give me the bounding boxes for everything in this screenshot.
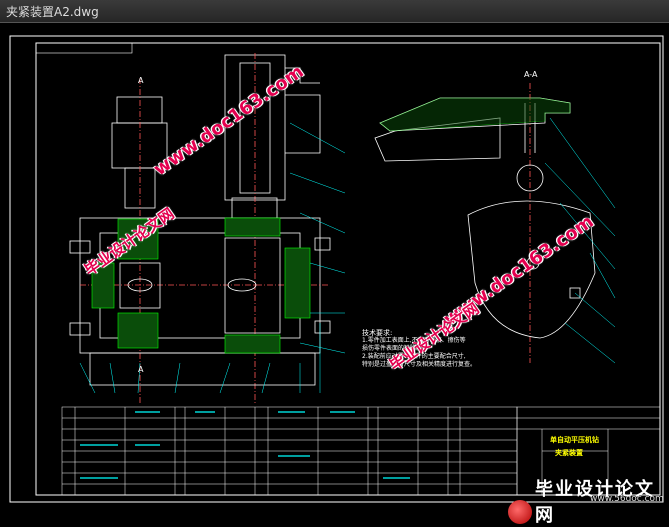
window-titlebar: 夹紧装置A2.dwg <box>0 0 669 23</box>
window-title: 夹紧装置A2.dwg <box>6 5 99 19</box>
arrow-label-bottom: A <box>138 365 144 374</box>
cad-canvas[interactable]: A-A A A 技术要求: 1.零件加工表面上,不应有划痕、擦伤等 损伤零件表面… <box>0 23 669 524</box>
main-view <box>69 53 331 403</box>
title-block-line2: 夹紧装置 <box>555 449 583 457</box>
corner-box <box>35 42 133 54</box>
arrow-label-top: A <box>138 76 144 85</box>
section-label: A-A <box>524 70 538 79</box>
site-logo-url: www.56doc.com <box>590 494 664 504</box>
section-hatch <box>379 97 571 132</box>
tech-line-4: 特别是过盈配合尺寸及相关精度进行复查。 <box>362 361 477 368</box>
site-logo-icon <box>508 500 532 524</box>
title-block-line1: 单自动平压机钻 <box>550 436 599 444</box>
table-text-marks <box>80 411 410 479</box>
parts-table <box>61 406 518 496</box>
